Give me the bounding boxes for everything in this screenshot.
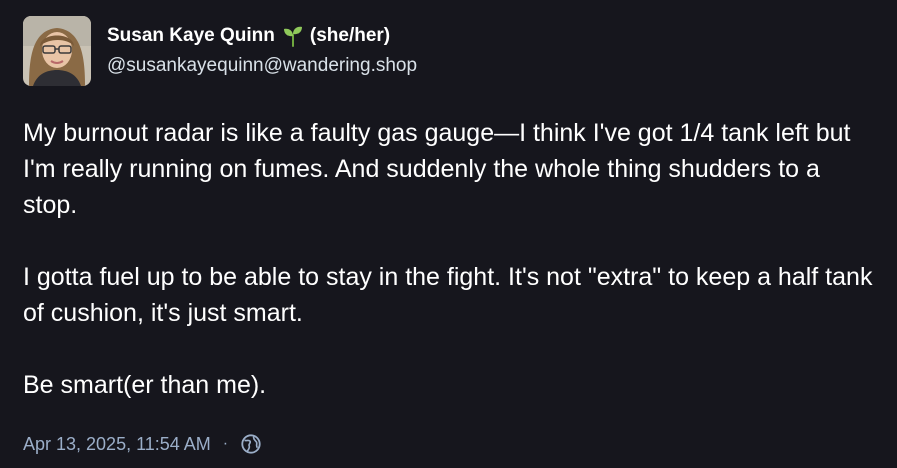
post-content: My burnout radar is like a faulty gas ga…: [23, 115, 873, 403]
seedling-icon: [283, 26, 302, 47]
post-paragraph: I gotta fuel up to be able to stay in th…: [23, 263, 873, 327]
account-handle[interactable]: @susankayequinn@wandering.shop: [107, 54, 417, 78]
pronouns: (she/her): [309, 25, 391, 46]
display-name-row[interactable]: Susan Kaye Quinn (she/her): [107, 24, 417, 48]
post-header: Susan Kaye Quinn (she/her) @susankayequi…: [23, 16, 417, 86]
post-meta: Apr 13, 2025, 11:54 AM ·: [23, 431, 262, 457]
globe-icon: [241, 434, 261, 454]
post-card: Susan Kaye Quinn (she/her) @susankayequi…: [0, 0, 897, 468]
post-timestamp[interactable]: Apr 13, 2025, 11:54 AM: [23, 431, 211, 457]
meta-separator: ·: [222, 435, 229, 452]
post-paragraph: My burnout radar is like a faulty gas ga…: [23, 119, 851, 219]
avatar[interactable]: [23, 16, 91, 86]
author-names: Susan Kaye Quinn (she/her) @susankayequi…: [107, 24, 417, 78]
display-name[interactable]: Susan Kaye Quinn: [107, 24, 275, 48]
post-paragraph: Be smart(er than me).: [23, 371, 267, 399]
